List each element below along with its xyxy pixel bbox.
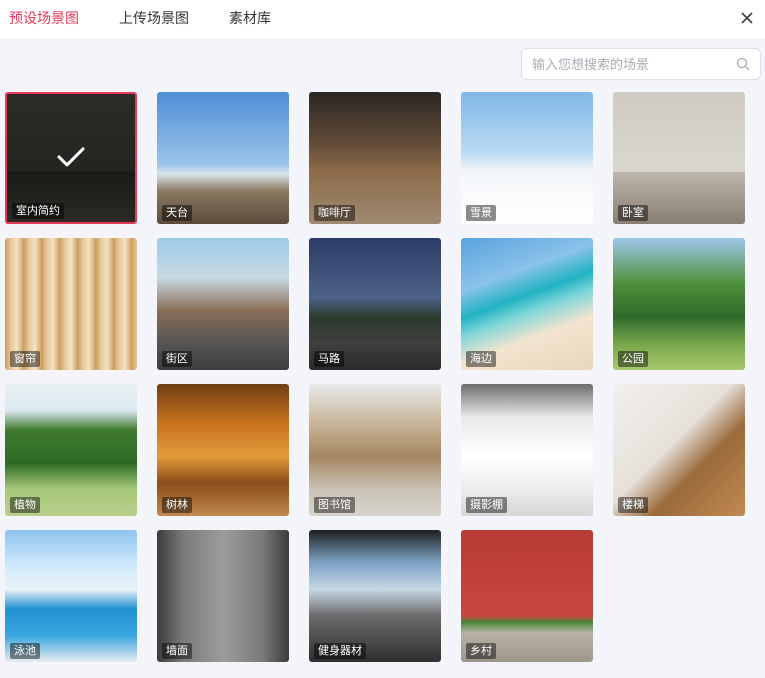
scene-label: 窗帘 [10,351,40,367]
scene-label: 公园 [618,351,648,367]
scene-card-beach[interactable]: 海边 [461,238,593,370]
scene-label: 摄影棚 [466,497,507,513]
scene-label: 室内简约 [12,203,64,219]
scene-label: 楼梯 [618,497,648,513]
scene-card-snow[interactable]: 雪景 [461,92,593,224]
tab-material-library[interactable]: 素材库 [229,9,271,27]
scene-label: 街区 [162,351,192,367]
scene-card-library[interactable]: 图书馆 [309,384,441,516]
scene-label: 植物 [10,497,40,513]
scene-label: 泳池 [10,643,40,659]
scene-card-curtain[interactable]: 窗帘 [5,238,137,370]
scene-card-terrace[interactable]: 天台 [157,92,289,224]
dialog-header: 预设场景图 上传场景图 素材库 [0,0,765,38]
scene-label: 乡村 [466,643,496,659]
scene-card-pool[interactable]: 泳池 [5,530,137,662]
scene-label: 树林 [162,497,192,513]
search-box[interactable] [521,48,761,80]
scene-card-wall[interactable]: 墙面 [157,530,289,662]
scene-label: 咖啡厅 [314,205,355,221]
scene-card-cafe[interactable]: 咖啡厅 [309,92,441,224]
scene-label: 卧室 [618,205,648,221]
scene-card-gym[interactable]: 健身器材 [309,530,441,662]
search-input[interactable] [532,55,732,73]
scene-label: 健身器材 [314,643,366,659]
close-icon[interactable] [737,8,757,28]
scene-label: 雪景 [466,205,496,221]
scene-label: 墙面 [162,643,192,659]
scene-card-woods[interactable]: 树林 [157,384,289,516]
scene-card-street[interactable]: 街区 [157,238,289,370]
scene-card-stairs[interactable]: 楼梯 [613,384,745,516]
scene-card-park[interactable]: 公园 [613,238,745,370]
scene-label: 天台 [162,205,192,221]
tab-preset-scenes[interactable]: 预设场景图 [9,9,79,27]
scene-label: 图书馆 [314,497,355,513]
scene-card-indoor-minimal[interactable]: 室内简约 [5,92,137,224]
scene-label: 马路 [314,351,344,367]
scene-card-bedroom[interactable]: 卧室 [613,92,745,224]
scene-card-village[interactable]: 乡村 [461,530,593,662]
scene-card-plant[interactable]: 植物 [5,384,137,516]
scene-card-studio[interactable]: 摄影棚 [461,384,593,516]
tab-upload-scene[interactable]: 上传场景图 [119,9,189,27]
search-icon[interactable] [736,57,750,71]
scene-card-road[interactable]: 马路 [309,238,441,370]
check-icon [57,147,85,167]
scene-label: 海边 [466,351,496,367]
